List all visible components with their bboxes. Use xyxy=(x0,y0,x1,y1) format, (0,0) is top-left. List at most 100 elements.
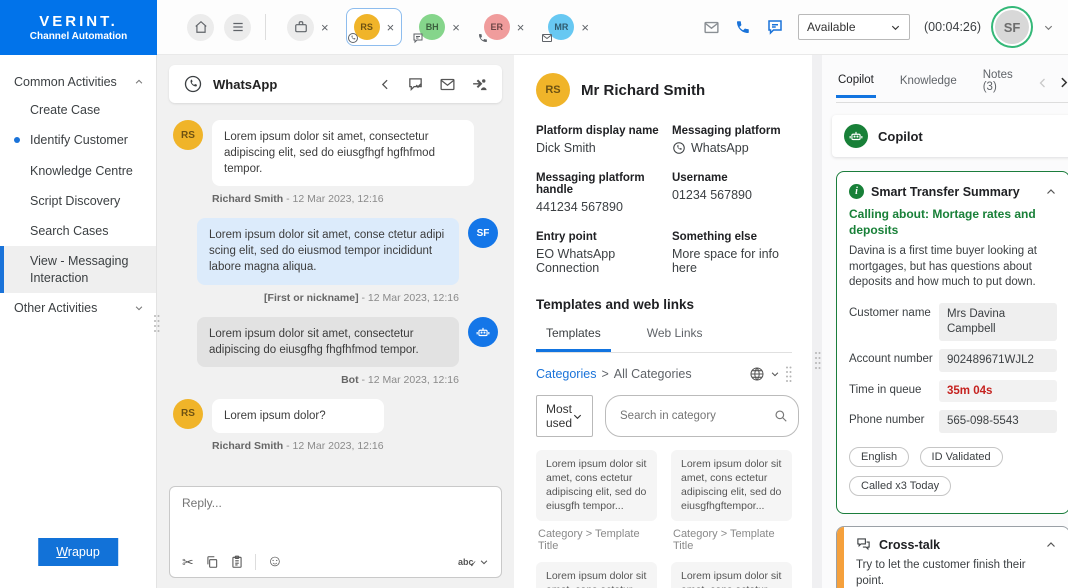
template-card[interactable]: Lorem ipsum dolor sit amet, cons ectetur… xyxy=(671,450,792,522)
warning-accent-bar xyxy=(837,527,844,588)
template-card[interactable]: Lorem ipsum dolor sit amet, cons ectetur… xyxy=(671,562,792,588)
tab-templates[interactable]: Templates xyxy=(536,322,611,352)
chevron-down-icon[interactable] xyxy=(1043,22,1054,33)
end-chat-icon[interactable] xyxy=(407,76,424,93)
sidebar-item-knowledge-centre[interactable]: Knowledge Centre xyxy=(0,156,156,186)
tab-web-links[interactable]: Web Links xyxy=(637,322,713,352)
info-icon: i xyxy=(849,184,864,199)
cross-talk-icon xyxy=(856,537,871,552)
sort-select[interactable]: Most used xyxy=(536,395,594,437)
field-messaging-platform-handle: Messaging platform handle 441234 567890 xyxy=(536,172,662,214)
panel-resize-grip[interactable] xyxy=(153,313,160,335)
tab-case[interactable]: × xyxy=(280,9,336,46)
message-bubble: Lorem ipsum dolor? xyxy=(212,398,384,433)
sidebar-item-script-discovery[interactable]: Script Discovery xyxy=(0,186,156,216)
field-value: Dick Smith xyxy=(536,141,596,155)
session-tabs: × RS × BH × ER × MR × xyxy=(187,8,596,46)
close-icon[interactable]: × xyxy=(452,21,460,34)
paste-icon[interactable] xyxy=(230,555,244,569)
check-icon: ✓ xyxy=(469,559,477,569)
chat-channel-icon[interactable] xyxy=(766,18,784,36)
agent-avatar[interactable]: SF xyxy=(995,10,1029,44)
breadcrumb-current: All Categories xyxy=(613,367,692,381)
category-search-input[interactable] xyxy=(620,410,775,422)
sidebar-section-other-activities[interactable]: Other Activities xyxy=(0,295,156,321)
category-search[interactable] xyxy=(605,395,800,437)
sender-name: Bot xyxy=(341,373,359,386)
reply-input[interactable] xyxy=(182,496,489,553)
collapse-chevron-icon[interactable] xyxy=(1045,186,1057,198)
template-caption: Category > Template Title xyxy=(538,528,640,553)
brand-tagline: Channel Automation xyxy=(29,30,128,42)
card-title: Cross-talk xyxy=(879,537,941,552)
home-button[interactable] xyxy=(187,13,214,41)
collapse-chevron-icon[interactable] xyxy=(1045,539,1057,551)
templates-tabs: Templates Web Links xyxy=(536,322,792,353)
sender-name: [First or nickname] xyxy=(264,291,359,304)
field-value: 441234 567890 xyxy=(536,200,623,214)
transfer-icon[interactable] xyxy=(471,76,488,93)
availability-select[interactable]: Available xyxy=(798,14,911,40)
summary-text: Davina is a first time buyer looking at … xyxy=(849,245,1037,289)
template-cell: Lorem ipsum dolor sit amet, cons ectetur… xyxy=(536,450,657,562)
back-chevron-icon[interactable] xyxy=(379,78,392,91)
message-list[interactable]: RS Lorem ipsum dolor sit amet, consectet… xyxy=(169,103,502,486)
template-cell: Lorem ipsum dolor sit amet, cons ectetur… xyxy=(671,562,792,588)
tab-session-er[interactable]: ER × xyxy=(477,9,532,45)
tab-session-mr[interactable]: MR × xyxy=(541,9,596,45)
close-icon[interactable]: × xyxy=(387,21,395,34)
panel-resize-grip[interactable] xyxy=(785,365,792,383)
tab-knowledge[interactable]: Knowledge xyxy=(898,69,959,96)
wrapup-button[interactable]: Wrapup xyxy=(38,538,118,566)
queue-list-button[interactable] xyxy=(224,13,251,41)
copilot-header: Copilot xyxy=(832,115,1068,157)
tab-session-bh[interactable]: BH × xyxy=(412,9,467,45)
sidebar-item-search-cases[interactable]: Search Cases xyxy=(0,216,156,246)
close-icon[interactable]: × xyxy=(321,21,329,34)
sidebar-item-create-case[interactable]: Create Case xyxy=(0,95,156,125)
activities-sidebar: Common Activities Create Case Identify C… xyxy=(0,55,160,588)
template-card[interactable]: Lorem ipsum dolor sit amet, cons ectetur… xyxy=(536,450,657,522)
customer-tags: English ID Validated Called x3 Today xyxy=(849,441,1057,507)
brand-logo: VERINT. Channel Automation xyxy=(0,0,157,55)
copy-icon[interactable] xyxy=(205,555,219,569)
customer-name: Mr Richard Smith xyxy=(581,81,706,99)
agent-status-area: Available (00:04:26) SF xyxy=(703,10,1054,44)
field-value: 565-098-5543 xyxy=(939,410,1057,434)
tab-session-rs-active[interactable]: RS × xyxy=(345,8,403,46)
language-globe-icon[interactable] xyxy=(749,366,765,382)
chevron-up-icon xyxy=(134,77,144,87)
avatar: RS xyxy=(173,120,203,150)
template-caption: Category > Template Title xyxy=(673,528,775,553)
copilot-bot-icon xyxy=(844,124,868,148)
sidebar-item-identify-customer[interactable]: Identify Customer xyxy=(0,125,156,155)
mail-channel-icon[interactable] xyxy=(703,19,720,36)
emoji-icon[interactable]: ☺ xyxy=(267,553,283,570)
item-label: Create Case xyxy=(30,103,101,117)
sidebar-section-common-activities[interactable]: Common Activities xyxy=(0,69,156,95)
message-meta: Richard Smith - 12 Mar 2023, 12:16 xyxy=(212,193,474,205)
field-username: Username 01234 567890 xyxy=(672,172,792,214)
close-icon[interactable]: × xyxy=(581,21,589,34)
alert-text: Try to let the customer finish their poi… xyxy=(856,559,1026,587)
template-card[interactable]: Lorem ipsum dolor sit amet, cons ectetur… xyxy=(536,562,657,588)
briefcase-icon xyxy=(287,13,314,41)
card-title: Smart Transfer Summary xyxy=(871,184,1020,199)
summary-field-customer-name: Customer name Mrs Davina Campbell xyxy=(849,302,1057,341)
mail-icon xyxy=(541,32,553,44)
availability-value: Available xyxy=(807,20,856,34)
chevron-right-icon[interactable] xyxy=(1057,76,1068,89)
customer-avatar: RS xyxy=(536,73,570,107)
tab-copilot[interactable]: Copilot xyxy=(836,68,876,98)
tab-notes[interactable]: Notes (3) xyxy=(981,63,1015,102)
panel-resize-grip[interactable] xyxy=(814,350,821,372)
breadcrumb-categories-link[interactable]: Categories xyxy=(536,367,596,381)
spellcheck-control[interactable]: abc ✓ xyxy=(458,553,489,570)
email-icon[interactable] xyxy=(439,76,456,93)
sidebar-item-view-messaging-interaction[interactable]: View - Messaging Interaction xyxy=(0,246,156,293)
chevron-down-icon[interactable] xyxy=(770,369,780,379)
cut-icon[interactable]: ✂ xyxy=(182,555,194,569)
close-icon[interactable]: × xyxy=(517,21,525,34)
phone-channel-icon[interactable] xyxy=(734,18,752,36)
field-value: 01234 567890 xyxy=(671,188,752,202)
